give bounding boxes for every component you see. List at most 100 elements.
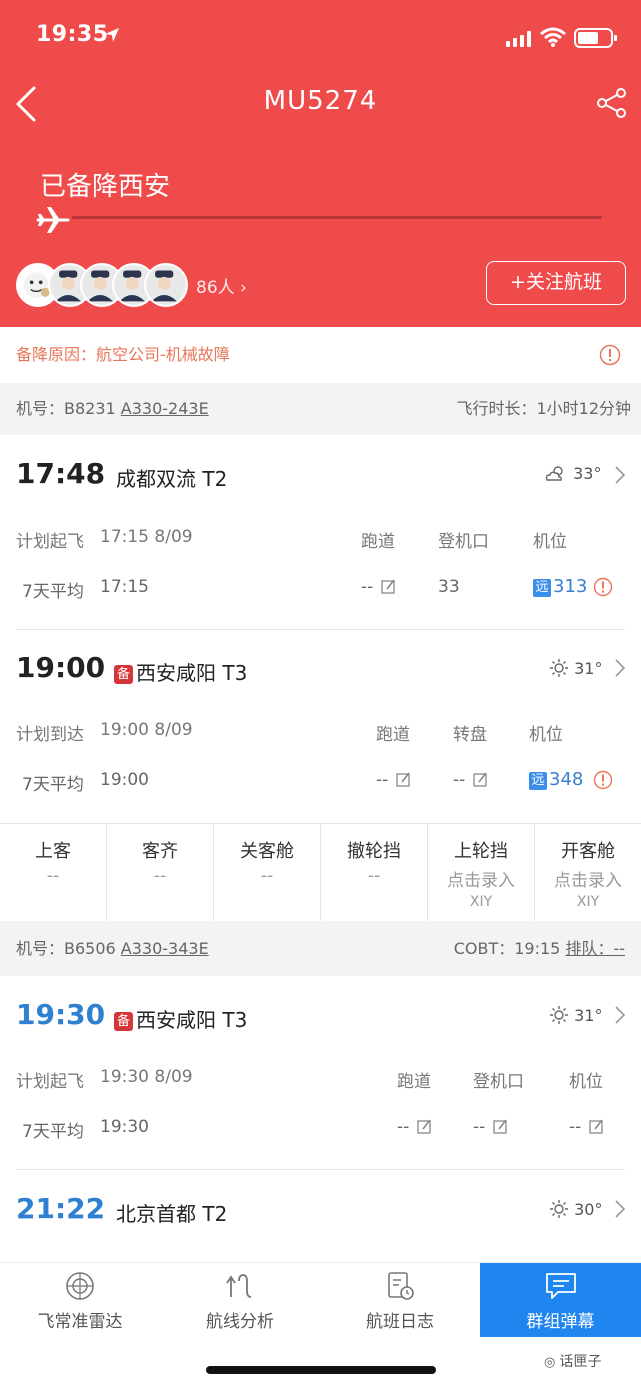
temperature: 33° bbox=[573, 464, 602, 483]
op-close-cabin: 关客舱 -- bbox=[214, 824, 321, 922]
stand-number: 313 bbox=[553, 576, 588, 597]
stand-value[interactable]: -- bbox=[569, 1117, 604, 1137]
log-icon bbox=[388, 1272, 414, 1300]
edit-icon[interactable] bbox=[589, 1119, 604, 1134]
wechat-icon: ◎ bbox=[544, 1355, 560, 1370]
edit-icon[interactable] bbox=[473, 772, 488, 787]
nav-group-chat[interactable]: 群组弹幕 bbox=[480, 1263, 641, 1337]
runway-value[interactable]: -- bbox=[397, 1117, 432, 1137]
nav-radar[interactable]: 飞常准雷达 bbox=[0, 1263, 160, 1337]
alternate-badge: 备 bbox=[114, 665, 133, 684]
carousel-value[interactable]: -- bbox=[453, 770, 488, 790]
crew-count-text: 86人 bbox=[196, 278, 235, 298]
arrival-airport[interactable]: 北京首都 T2 bbox=[116, 1198, 227, 1227]
op-open-cabin[interactable]: 开客舱 点击录入 XIY bbox=[535, 824, 641, 922]
status-time: 19:35 bbox=[36, 22, 109, 47]
watermark-text: 话匣子 bbox=[559, 1354, 602, 1370]
wifi-icon bbox=[540, 27, 566, 47]
cobt: COBT：19:15 bbox=[453, 939, 561, 958]
chevron-right-icon[interactable] bbox=[614, 1200, 626, 1218]
remote-stand-badge: 远 bbox=[529, 772, 547, 790]
planned-arrival-label: 计划到达 bbox=[16, 725, 84, 745]
avg-value: 19:00 bbox=[100, 770, 149, 790]
runway-text: -- bbox=[397, 1117, 410, 1137]
flight-duration: 飞行时长：1小时12分钟 bbox=[456, 399, 631, 418]
crew-count-link[interactable]: 86人 › bbox=[196, 273, 247, 298]
share-button[interactable] bbox=[596, 88, 628, 118]
cloudy-sun-icon bbox=[545, 466, 563, 481]
stand-header: 机位 bbox=[529, 725, 563, 745]
sun-icon bbox=[550, 659, 568, 677]
chevron-right-icon[interactable] bbox=[614, 466, 626, 484]
planned-departure-label: 计划起飞 bbox=[16, 1072, 84, 1092]
radar-icon bbox=[66, 1272, 94, 1300]
temperature: 31° bbox=[574, 1006, 603, 1025]
info-icon[interactable] bbox=[593, 770, 613, 790]
arrival-airport[interactable]: 备西安咸阳 T3 bbox=[114, 657, 247, 686]
signal-icon bbox=[506, 31, 534, 47]
temperature: 30° bbox=[574, 1200, 603, 1219]
runway-value[interactable]: -- bbox=[376, 770, 411, 790]
nav-flight-log[interactable]: 航班日志 bbox=[320, 1263, 480, 1337]
stand-text: -- bbox=[569, 1117, 582, 1137]
runway-header: 跑道 bbox=[397, 1072, 431, 1092]
info-icon[interactable] bbox=[599, 344, 621, 366]
flight-number-title: MU5274 bbox=[263, 86, 378, 116]
departure-airport[interactable]: 备西安咸阳 T3 bbox=[114, 1004, 247, 1033]
home-indicator[interactable] bbox=[206, 1366, 436, 1374]
nav-label: 航班日志 bbox=[366, 1312, 434, 1332]
remote-stand-badge: 远 bbox=[533, 579, 551, 597]
plane-icon bbox=[36, 207, 70, 233]
weather: 31° bbox=[549, 658, 602, 678]
edit-icon[interactable] bbox=[396, 772, 411, 787]
edit-icon[interactable] bbox=[493, 1119, 508, 1134]
ground-ops-grid: 上客 -- 客齐 -- 关客舱 -- 撤轮挡 -- 上轮挡 点击录入 XIY 开客舱 点击录入… bbox=[0, 823, 641, 922]
weather: 31° bbox=[549, 1005, 602, 1025]
location-arrow-icon bbox=[105, 28, 119, 42]
nav-label: 群组弹幕 bbox=[526, 1312, 595, 1332]
planned-departure-value: 17:15 8/09 bbox=[100, 527, 193, 547]
runway-text: -- bbox=[376, 770, 389, 790]
flight-progress-track bbox=[72, 216, 602, 219]
aircraft-type-link[interactable]: A330-343E bbox=[121, 939, 209, 958]
departure-airport[interactable]: 成都双流 T2 bbox=[116, 463, 227, 492]
op-chocks-on[interactable]: 上轮挡 点击录入 XIY bbox=[428, 824, 535, 922]
stand-number: 348 bbox=[549, 769, 584, 790]
flight-detail-screen: 19:35 MU5274 已备降西安 86人 › +关注航班 备降原因：航空公司… bbox=[0, 0, 641, 1387]
chevron-right-icon[interactable] bbox=[614, 1006, 626, 1024]
crew-avatars[interactable] bbox=[16, 263, 196, 307]
gate-header: 登机口 bbox=[438, 532, 489, 552]
edit-icon[interactable] bbox=[381, 579, 396, 594]
edit-icon[interactable] bbox=[417, 1119, 432, 1134]
chevron-right-icon[interactable] bbox=[614, 659, 626, 677]
weather: 33° bbox=[544, 464, 601, 483]
op-chocks-off: 撤轮挡 -- bbox=[321, 824, 428, 922]
sun-icon bbox=[550, 1006, 568, 1024]
sun-icon bbox=[550, 1200, 568, 1218]
aircraft-type-link[interactable]: A330-243E bbox=[121, 399, 209, 418]
aircraft-reg: 机号：B6506 bbox=[16, 939, 116, 958]
arrival-time: 19:00 bbox=[16, 651, 106, 684]
chat-icon bbox=[545, 1273, 576, 1299]
carousel-text: -- bbox=[453, 770, 466, 790]
flight-header: 19:35 MU5274 已备降西安 86人 › +关注航班 bbox=[0, 0, 641, 327]
avg-label: 7天平均 bbox=[22, 775, 84, 795]
divider bbox=[16, 629, 625, 630]
avg-label: 7天平均 bbox=[22, 582, 84, 602]
avg-label: 7天平均 bbox=[22, 1122, 84, 1142]
departure-time: 19:30 bbox=[16, 998, 106, 1031]
runway-header: 跑道 bbox=[376, 725, 410, 745]
weather: 30° bbox=[549, 1199, 602, 1219]
flight-status-text: 已备降西安 bbox=[40, 172, 171, 202]
follow-flight-button[interactable]: +关注航班 bbox=[486, 261, 626, 305]
gate-value: 33 bbox=[438, 577, 460, 597]
nav-route-analysis[interactable]: 航线分析 bbox=[160, 1263, 320, 1337]
divider bbox=[16, 1169, 625, 1170]
nav-label: 航线分析 bbox=[206, 1312, 274, 1332]
gate-value[interactable]: -- bbox=[473, 1117, 508, 1137]
stand-value: 远 313 bbox=[533, 576, 587, 597]
queue-link[interactable]: 排队：-- bbox=[565, 939, 625, 958]
info-icon[interactable] bbox=[593, 577, 613, 597]
aircraft-info-bar: 机号：B6506 A330-343E COBT：19:15 排队：-- bbox=[0, 921, 641, 976]
runway-value[interactable]: -- bbox=[361, 577, 396, 597]
